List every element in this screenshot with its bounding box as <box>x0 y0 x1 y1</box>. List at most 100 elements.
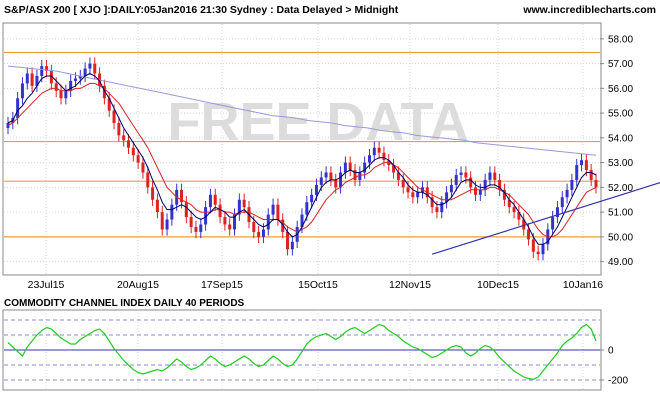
candle-down <box>464 172 468 178</box>
candle-down <box>93 63 97 74</box>
x-tick-label: 23Jul15 <box>28 279 65 291</box>
candle-up <box>208 194 212 208</box>
candle-down <box>223 217 227 225</box>
candle-up <box>416 192 420 198</box>
candle-up <box>565 189 569 198</box>
candle-up <box>324 172 328 178</box>
candle-down <box>469 177 473 188</box>
candle-up <box>16 98 20 119</box>
candle-up <box>575 165 579 180</box>
candle-down <box>184 202 188 218</box>
candle-down <box>512 207 516 213</box>
x-tick-label: 17Sep15 <box>201 279 243 291</box>
candle-up <box>551 217 555 230</box>
candle-down <box>594 179 598 188</box>
candle-up <box>64 90 68 99</box>
candle-down <box>151 187 155 200</box>
candle-down <box>59 90 63 99</box>
candle-down <box>531 239 535 252</box>
candle-down <box>382 152 386 161</box>
price-tick-label: 55.00 <box>608 109 633 120</box>
candle-up <box>305 202 309 215</box>
candle-up <box>314 184 318 195</box>
x-tick-label: 15Oct15 <box>298 279 338 291</box>
candle-up <box>290 241 294 250</box>
candle-up <box>20 83 24 99</box>
candle-up <box>339 172 343 188</box>
candle-up <box>170 204 174 220</box>
candle-up <box>25 73 29 84</box>
candle-down <box>122 135 126 141</box>
price-tick-label: 49.00 <box>608 257 633 268</box>
candle-down <box>329 172 333 180</box>
x-tick-label: 10Dec15 <box>477 279 519 291</box>
candle-up <box>488 172 492 180</box>
cci-tick-label: -200 <box>608 376 628 387</box>
price-tick-label: 51.00 <box>608 208 633 219</box>
candle-down <box>131 147 135 156</box>
candle-down <box>536 251 540 255</box>
candle-up <box>367 155 371 163</box>
x-tick-label: 10Jan16 <box>563 279 603 291</box>
candle-down <box>155 199 159 213</box>
candle-down <box>112 110 116 124</box>
candle-up <box>454 174 458 185</box>
site-link[interactable]: www.incrediblecharts.com <box>522 4 656 16</box>
price-tick-label: 50.00 <box>608 232 633 243</box>
candle-down <box>589 170 593 180</box>
indicator-title: COMMODITY CHANNEL INDEX DAILY 40 PERIODS <box>4 298 245 309</box>
candle-up <box>266 214 270 230</box>
candle-down <box>194 226 198 232</box>
candle-down <box>435 207 439 213</box>
candle-up <box>459 172 463 175</box>
candle-down <box>228 224 232 230</box>
candle-up <box>88 63 92 69</box>
candle-down <box>136 155 140 163</box>
candle-up <box>319 177 323 185</box>
candle-up <box>358 172 362 180</box>
candle-down <box>218 204 222 218</box>
candle-down <box>584 160 588 171</box>
candle-up <box>83 68 87 76</box>
candle-up <box>560 197 564 208</box>
candle-up <box>483 179 487 190</box>
candle-down <box>406 187 410 193</box>
candle-down <box>334 179 338 188</box>
candle-down <box>257 231 261 237</box>
candle-up <box>449 184 453 193</box>
candle-up <box>165 219 169 230</box>
candle-down <box>377 147 381 153</box>
candle-up <box>478 189 482 195</box>
candle-up <box>261 229 265 237</box>
x-tick-label: 12Nov15 <box>389 279 431 291</box>
price-tick-label: 52.00 <box>608 183 633 194</box>
candle-down <box>276 204 280 220</box>
chart-title: S&P/ASX 200 [ XJO ]:DAILY:05Jan2016 21:3… <box>4 4 399 16</box>
candle-down <box>160 212 164 230</box>
candle-down <box>189 217 193 227</box>
candle-down <box>213 194 217 205</box>
x-tick-label: 20Aug15 <box>117 279 159 291</box>
candle-down <box>146 172 150 188</box>
price-tick-label: 57.00 <box>608 59 633 70</box>
candle-down <box>126 140 130 148</box>
candle-up <box>271 204 275 215</box>
chart-canvas: FREE DATA 49.0050.0051.0052.0053.0054.00… <box>0 0 660 400</box>
candle-down <box>286 231 290 250</box>
candle-down <box>401 179 405 188</box>
candle-down <box>242 199 246 208</box>
candle-up <box>40 66 44 76</box>
candle-down <box>30 73 34 86</box>
candle-up <box>541 244 545 255</box>
price-tick-label: 53.00 <box>608 158 633 169</box>
candle-down <box>411 192 415 198</box>
candle-up <box>343 162 347 173</box>
candle-down <box>141 162 145 173</box>
price-tick-label: 58.00 <box>608 34 633 45</box>
price-tick-label: 56.00 <box>608 84 633 95</box>
price-tick-label: 54.00 <box>608 133 633 144</box>
candle-up <box>580 160 584 166</box>
candle-up <box>73 78 77 81</box>
candle-up <box>199 224 203 232</box>
candle-up <box>372 147 376 156</box>
